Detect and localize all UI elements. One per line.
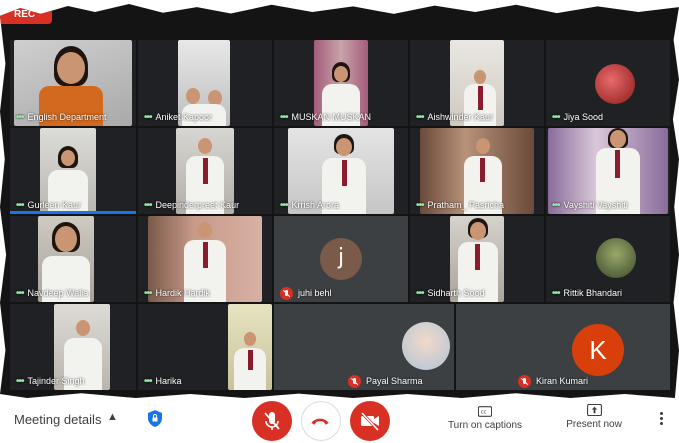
participant-tile[interactable]: ••• MUSKAN MUSKAN: [274, 40, 408, 126]
participant-avatar: [596, 238, 636, 278]
participant-tile[interactable]: ••• Gurleen Kaur: [10, 128, 136, 214]
participant-tile[interactable]: ••• Sidharth Sood: [410, 216, 544, 302]
participant-tile[interactable]: ••• Navdeep Walia: [10, 216, 136, 302]
mic-off-icon: [518, 375, 531, 388]
audio-indicator-icon: •••: [416, 200, 424, 211]
recording-badge: REC: [0, 6, 52, 24]
mic-off-icon: [264, 412, 280, 430]
shield-lock-icon[interactable]: [148, 410, 162, 427]
participant-name: Payal Sharma: [342, 374, 454, 388]
participant-tile[interactable]: ••• Pratham_ Pasricha: [410, 128, 544, 214]
captions-label: Turn on captions: [447, 420, 523, 431]
participant-tile[interactable]: ••• Aniket Kapoor: [138, 40, 272, 126]
participant-tile[interactable]: ••• Rittik Bhandari: [546, 216, 670, 302]
meeting-details-button[interactable]: Meeting details: [14, 412, 101, 427]
present-screen-icon: [586, 404, 602, 416]
participant-name: ••• English Department: [16, 112, 107, 123]
participant-name: ••• Pratham_ Pasricha: [416, 200, 505, 211]
audio-indicator-icon: •••: [416, 288, 424, 299]
camera-off-icon: [360, 411, 380, 432]
participant-name: ••• Aishwinder Kaur: [416, 112, 494, 123]
participant-tile[interactable]: ••• Deepinderpreet Kaur: [138, 128, 272, 214]
present-now-button[interactable]: Present now: [560, 404, 628, 430]
audio-indicator-icon: •••: [16, 200, 24, 211]
participant-tile[interactable]: j juhi behl: [274, 216, 408, 302]
audio-indicator-icon: •••: [416, 112, 424, 123]
participant-tile[interactable]: Payal Sharma: [274, 304, 454, 390]
participant-avatar: [402, 322, 450, 370]
audio-indicator-icon: •••: [16, 112, 24, 123]
audio-indicator-icon: •••: [280, 200, 288, 211]
participant-name: ••• Gurleen Kaur: [16, 200, 82, 211]
audio-indicator-icon: •••: [552, 200, 560, 211]
participant-name: ••• Sidharth Sood: [416, 288, 485, 299]
audio-indicator-icon: •••: [16, 376, 24, 387]
audio-indicator-icon: •••: [144, 376, 152, 387]
participant-tile[interactable]: ••• Krrish Arora: [274, 128, 408, 214]
audio-indicator-icon: •••: [144, 112, 152, 123]
participant-tile[interactable]: ••• Harika: [138, 304, 272, 390]
more-options-icon[interactable]: [658, 412, 664, 428]
video-grid: ••• English Department ••• Aniket Kapoor •…: [0, 3, 679, 398]
participant-name: ••• Navdeep Walia: [16, 288, 89, 299]
closed-captions-icon: cc: [478, 406, 492, 417]
mic-off-icon: [348, 375, 361, 388]
participant-avatar: [595, 64, 635, 104]
meeting-toolbar: Meeting details ▲ cc Turn on captions Pr…: [0, 398, 679, 443]
participant-name: ••• Tajinder Singh: [16, 376, 85, 387]
chevron-up-icon[interactable]: ▲: [107, 411, 118, 423]
audio-indicator-icon: •••: [552, 112, 560, 123]
svg-text:cc: cc: [481, 410, 487, 416]
participant-tile[interactable]: ••• Aishwinder Kaur: [410, 40, 544, 126]
participant-name: ••• MUSKAN MUSKAN: [280, 112, 372, 123]
participant-tile[interactable]: ••• Hardik Hardik: [138, 216, 272, 302]
present-label: Present now: [566, 419, 622, 430]
participant-name: ••• Rittik Bhandari: [552, 288, 623, 299]
participant-name: Kiran Kumari: [512, 374, 670, 388]
participant-tile[interactable]: ••• Tajinder Singh: [10, 304, 136, 390]
participant-name: ••• Jiya Sood: [552, 112, 604, 123]
participant-avatar: j: [320, 238, 362, 280]
camera-toggle-button[interactable]: [350, 401, 390, 441]
participant-name: ••• Deepinderpreet Kaur: [144, 200, 240, 211]
participant-name: ••• Hardik Hardik: [144, 288, 211, 299]
participant-name: ••• Krrish Arora: [280, 200, 340, 211]
audio-indicator-icon: •••: [280, 112, 288, 123]
participant-tile[interactable]: K Kiran Kumari: [456, 304, 670, 390]
participant-name: ••• Harika: [144, 376, 182, 387]
audio-indicator-icon: •••: [552, 288, 560, 299]
mic-toggle-button[interactable]: [252, 401, 292, 441]
participant-name: ••• Vayshiti Vayshiti: [552, 200, 628, 211]
participant-tile[interactable]: ••• English Department: [10, 40, 136, 126]
participant-name: ••• Aniket Kapoor: [144, 112, 213, 123]
audio-indicator-icon: •••: [144, 200, 152, 211]
audio-indicator-icon: •••: [144, 288, 152, 299]
participant-tile[interactable]: ••• Vayshiti Vayshiti: [546, 128, 670, 214]
captions-button[interactable]: cc Turn on captions: [445, 406, 525, 431]
leave-call-button[interactable]: [301, 401, 341, 441]
call-end-icon: [311, 418, 329, 425]
mic-off-icon: [280, 287, 293, 300]
participant-avatar: K: [572, 324, 624, 376]
participant-tile[interactable]: ••• Jiya Sood: [546, 40, 670, 126]
audio-indicator-icon: •••: [16, 288, 24, 299]
participant-name: juhi behl: [274, 286, 408, 300]
